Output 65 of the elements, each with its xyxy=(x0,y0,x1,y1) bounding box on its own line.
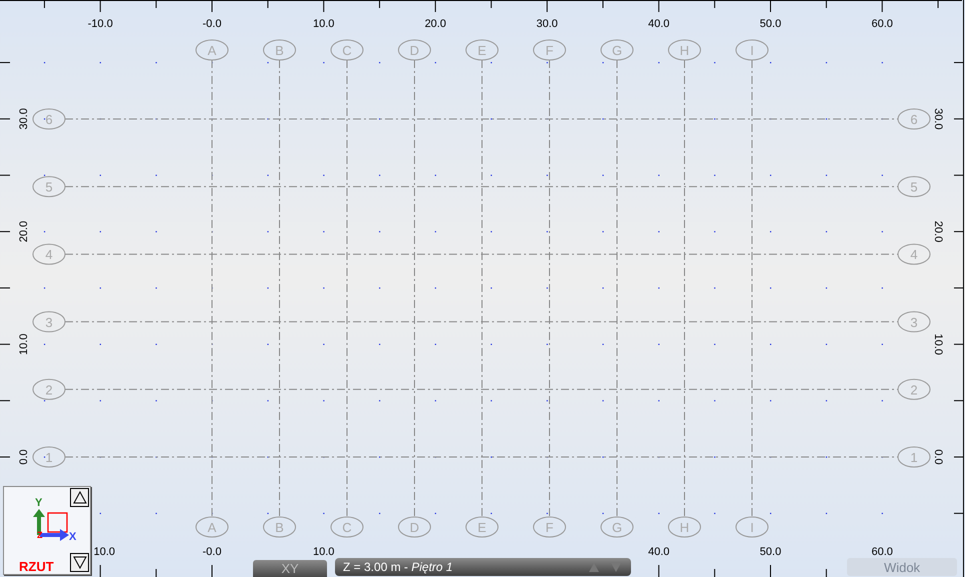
grid-bubble[interactable]: 4 xyxy=(32,244,66,265)
grid-bubble[interactable]: 6 xyxy=(32,108,66,130)
grid-bubble[interactable]: E xyxy=(466,516,498,538)
grid-bubble[interactable]: A xyxy=(196,40,228,60)
grid-bubble[interactable]: D xyxy=(398,40,431,60)
ruler-label: 10.0 xyxy=(18,334,30,355)
ruler-label: 40.0 xyxy=(648,18,670,30)
ruler-label: 40.0 xyxy=(648,546,670,558)
view-down-button[interactable] xyxy=(70,553,89,572)
ruler-label: 60.0 xyxy=(872,18,893,30)
triangle-down-icon xyxy=(72,556,86,569)
plane-button[interactable]: XY xyxy=(253,560,327,577)
grid-bubble[interactable]: G xyxy=(600,516,634,538)
grid-bubble[interactable]: A xyxy=(196,516,228,538)
grid-bubble[interactable]: 1 xyxy=(32,446,66,468)
ruler-label: 50.0 xyxy=(760,546,782,558)
ruler-label: 0.0 xyxy=(932,449,944,465)
ruler-label: 60.0 xyxy=(872,546,893,558)
ruler-label: 20.0 xyxy=(932,220,944,242)
ruler-label: 20.0 xyxy=(424,18,446,30)
ruler-label: 50.0 xyxy=(760,18,782,30)
grid-bubble[interactable]: C xyxy=(330,516,364,538)
grid-bubble[interactable]: B xyxy=(263,40,296,60)
ruler-label: 20.0 xyxy=(18,220,30,242)
grid-bubble[interactable]: 2 xyxy=(898,378,930,400)
ruler-label: 10.0 xyxy=(313,18,334,30)
grid-bubble[interactable]: E xyxy=(466,40,498,60)
ruler-label: 10.0 xyxy=(313,546,334,558)
grid-bubble[interactable]: I xyxy=(736,40,768,60)
grid-bubble[interactable]: 5 xyxy=(898,176,930,198)
view-mode-label: RZUT xyxy=(19,560,54,573)
ruler-label: 30.0 xyxy=(932,108,944,130)
grid-bubble[interactable]: H xyxy=(668,516,701,538)
grid-bubble[interactable]: I xyxy=(736,516,768,538)
grid-bubble[interactable]: G xyxy=(600,40,634,60)
ruler-label: 0.0 xyxy=(18,449,30,465)
view-button[interactable]: Widok xyxy=(847,558,957,576)
ruler-label: -0.0 xyxy=(202,546,222,558)
level-bar[interactable]: Z = 3.00 m - Piętro 1 xyxy=(335,558,631,576)
x-axis-label: X xyxy=(69,532,76,543)
grid-bubble[interactable]: B xyxy=(263,516,296,538)
grid-bubble[interactable]: 1 xyxy=(898,446,930,468)
grid-bubble[interactable]: 3 xyxy=(898,311,930,332)
grid-bubble[interactable]: 2 xyxy=(32,378,66,400)
z-axis-label: Z xyxy=(37,531,42,540)
grid-bubble[interactable]: H xyxy=(668,40,701,60)
y-axis-label: Y xyxy=(35,498,42,509)
view-widget[interactable]: Y Z X RZUT xyxy=(3,486,91,575)
grid-bubble[interactable]: 5 xyxy=(32,176,66,198)
grid-bubble[interactable]: 3 xyxy=(32,311,66,332)
grid-bubble[interactable]: 4 xyxy=(898,244,930,265)
ruler-label: 30.0 xyxy=(536,18,558,30)
triangle-up-icon xyxy=(72,491,86,504)
grid-bubble[interactable]: D xyxy=(398,516,431,538)
ruler-label: -10.0 xyxy=(88,18,113,30)
grid-bubble[interactable]: 6 xyxy=(898,108,930,130)
level-label: Z = 3.00 m - Piętro 1 xyxy=(343,560,453,574)
ruler-label: 30.0 xyxy=(18,108,30,130)
ruler-label: 10.0 xyxy=(94,546,115,558)
grid-bubble[interactable]: C xyxy=(330,40,364,60)
grid-bubble[interactable]: F xyxy=(533,516,566,538)
grid-bubble[interactable]: F xyxy=(533,40,566,60)
view-up-button[interactable] xyxy=(70,488,89,507)
ruler-label: 10.0 xyxy=(932,334,944,355)
ruler-label: -0.0 xyxy=(202,18,222,30)
